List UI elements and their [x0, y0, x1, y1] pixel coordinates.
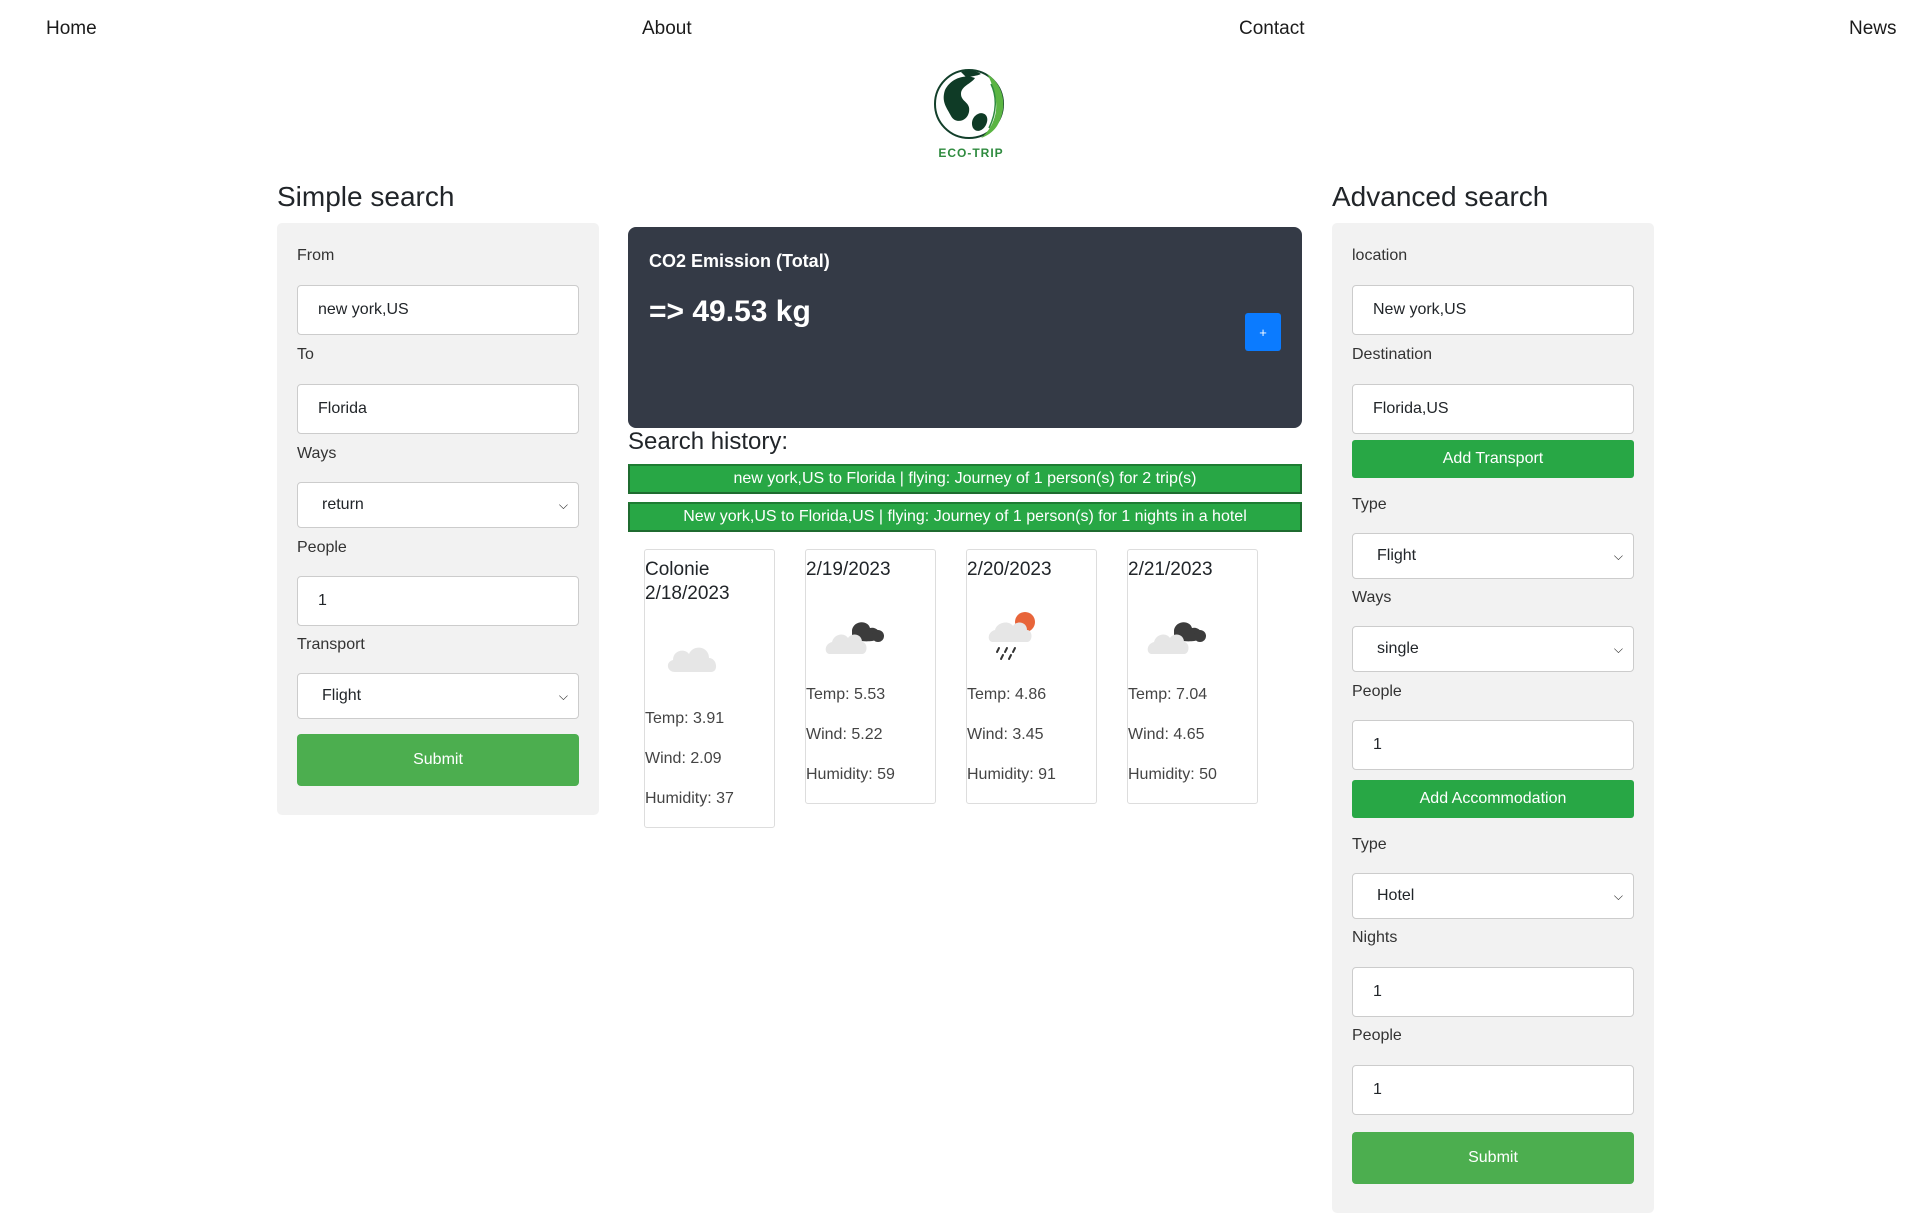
- logo-text: ECO-TRIP: [938, 146, 1004, 160]
- transport-type-label: Type: [1352, 496, 1387, 513]
- top-nav: Home About Contact News: [0, 0, 1920, 58]
- from-input[interactable]: new york,US: [297, 285, 579, 335]
- people-label: People: [1352, 683, 1402, 700]
- search-history-title: Search history:: [628, 428, 789, 455]
- weather-date: 2/20/2023: [967, 559, 1052, 580]
- ways-select[interactable]: return ⌵: [297, 482, 579, 528]
- chevron-down-icon: ⌵: [1613, 548, 1623, 563]
- broken-clouds-icon: [825, 622, 884, 654]
- location-input[interactable]: New york,US: [1352, 285, 1634, 335]
- add-accommodation-button[interactable]: Add Accommodation: [1352, 780, 1634, 818]
- weather-date: 2/18/2023: [645, 583, 730, 604]
- co2-value: => 49.53 kg: [649, 295, 811, 328]
- eco-trip-logo[interactable]: ECO-TRIP: [921, 62, 1021, 162]
- to-input[interactable]: Florida: [297, 384, 579, 434]
- nights-label: Nights: [1352, 929, 1398, 946]
- ways-label: Ways: [1352, 589, 1392, 606]
- expand-plus-button[interactable]: +: [1245, 313, 1281, 351]
- transport-type-value: Flight: [1377, 547, 1417, 564]
- weather-card: 2/20/2023 Temp: 4.86 Wind: 3.45 Humidity…: [966, 549, 1097, 804]
- ways-select-value: single: [1377, 640, 1419, 657]
- weather-humidity: Humidity: 59: [806, 766, 895, 783]
- weather-temp: Temp: 7.04: [1128, 686, 1208, 703]
- co2-title: CO2 Emission (Total): [649, 251, 830, 271]
- weather-humidity: Humidity: 37: [645, 790, 734, 807]
- simple-submit-button[interactable]: Submit: [297, 734, 579, 786]
- broken-clouds-icon: [1147, 622, 1206, 654]
- weather-wind: Wind: 3.45: [967, 726, 1044, 743]
- destination-input[interactable]: Florida,US: [1352, 384, 1634, 434]
- history-item[interactable]: new york,US to Florida | flying: Journey…: [628, 464, 1302, 494]
- co2-emission-card: CO2 Emission (Total) => 49.53 kg +: [628, 227, 1302, 428]
- nav-news-link[interactable]: News: [1849, 18, 1897, 40]
- transport-select-value: Flight: [322, 687, 362, 704]
- cloud-icon: [667, 647, 717, 672]
- weather-date: 2/19/2023: [806, 559, 891, 580]
- weather-humidity: Humidity: 91: [967, 766, 1056, 783]
- weather-card-title: 2/19/2023: [806, 558, 891, 582]
- weather-date: 2/21/2023: [1128, 559, 1213, 580]
- chevron-down-icon: ⌵: [1613, 641, 1623, 656]
- people-label: People: [297, 539, 347, 556]
- advanced-search-heading: Advanced search: [1332, 181, 1549, 212]
- weather-card-title: Colonie 2/18/2023: [645, 558, 730, 606]
- ways-select-value: return: [322, 496, 364, 513]
- transport-type-select[interactable]: Flight ⌵: [1352, 533, 1634, 579]
- from-label: From: [297, 247, 335, 264]
- people-input[interactable]: 1: [1352, 720, 1634, 770]
- simple-search-panel: From new york,US To Florida Ways return …: [277, 223, 599, 815]
- accommodation-type-label: Type: [1352, 836, 1387, 853]
- weather-wind: Wind: 2.09: [645, 750, 722, 767]
- chevron-down-icon: ⌵: [558, 497, 568, 512]
- accommodation-type-value: Hotel: [1377, 887, 1415, 904]
- weather-temp: Temp: 5.53: [806, 686, 886, 703]
- weather-card-title: 2/21/2023: [1128, 558, 1213, 582]
- advanced-search-panel: location New york,US Destination Florida…: [1332, 223, 1654, 1213]
- accommodation-people-label: People: [1352, 1027, 1402, 1044]
- weather-temp: Temp: 4.86: [967, 686, 1047, 703]
- chevron-down-icon: ⌵: [558, 688, 568, 703]
- weather-card: 2/19/2023 Temp: 5.53 Wind: 5.22 Humidity…: [805, 549, 936, 804]
- weather-humidity: Humidity: 50: [1128, 766, 1217, 783]
- rain-sun-icon: [988, 612, 1035, 660]
- add-transport-button[interactable]: Add Transport: [1352, 440, 1634, 478]
- simple-search-heading: Simple search: [277, 181, 455, 212]
- nav-home-link[interactable]: Home: [46, 18, 97, 40]
- nav-about-link[interactable]: About: [642, 18, 692, 40]
- weather-wind: Wind: 5.22: [806, 726, 883, 743]
- destination-label: Destination: [1352, 346, 1433, 363]
- weather-wind: Wind: 4.65: [1128, 726, 1205, 743]
- advanced-submit-button[interactable]: Submit: [1352, 1132, 1634, 1184]
- chevron-down-icon: ⌵: [1613, 888, 1623, 903]
- weather-card-title: 2/20/2023: [967, 558, 1052, 582]
- transport-select[interactable]: Flight ⌵: [297, 673, 579, 719]
- globe-leaf-icon: [934, 69, 1004, 139]
- ways-select[interactable]: single ⌵: [1352, 626, 1634, 672]
- ways-label: Ways: [297, 445, 337, 462]
- people-input[interactable]: 1: [297, 576, 579, 626]
- weather-card: 2/21/2023 Temp: 7.04 Wind: 4.65 Humidity…: [1127, 549, 1258, 804]
- weather-temp: Temp: 3.91: [645, 710, 725, 727]
- accommodation-type-select[interactable]: Hotel ⌵: [1352, 873, 1634, 919]
- location-label: location: [1352, 247, 1408, 264]
- transport-label: Transport: [297, 636, 365, 653]
- nights-input[interactable]: 1: [1352, 967, 1634, 1017]
- to-label: To: [297, 346, 314, 363]
- nav-contact-link[interactable]: Contact: [1239, 18, 1304, 40]
- weather-location: Colonie: [645, 559, 710, 580]
- accommodation-people-input[interactable]: 1: [1352, 1065, 1634, 1115]
- weather-card: Colonie 2/18/2023 Temp: 3.91 Wind: 2.09 …: [644, 549, 775, 828]
- history-item[interactable]: New york,US to Florida,US | flying: Jour…: [628, 502, 1302, 532]
